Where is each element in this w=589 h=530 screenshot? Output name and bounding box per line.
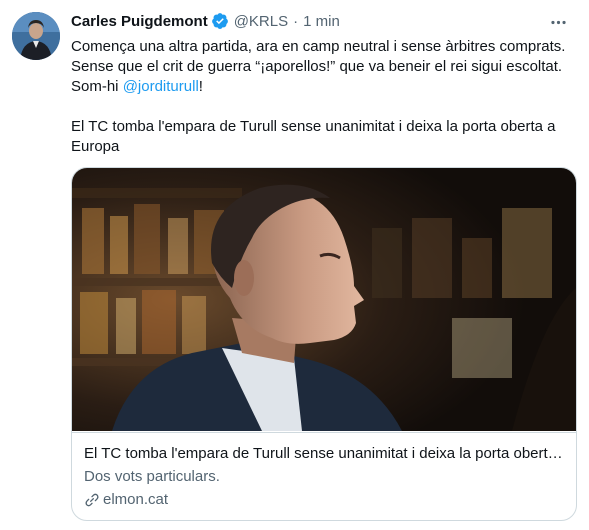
tweet-text: Comença una altra partida, ara en camp n… [71, 37, 577, 157]
verified-badge-icon [211, 12, 229, 30]
author-handle[interactable]: @KRLS [234, 13, 288, 30]
tweet-text-suffix: ! [198, 78, 203, 95]
tweet-text-line: Europa [71, 138, 120, 155]
tweet-text-line: Sense que el crit de guerra “¡aporellos!… [71, 58, 563, 75]
tweet-text-line: Som-hi @jorditurull! [71, 77, 577, 97]
tweet-text-prefix: Som-hi [71, 78, 123, 95]
separator-dot: · [293, 12, 299, 30]
tweet[interactable]: Carles Puigdemont @KRLS · 1 min Comença … [0, 0, 589, 530]
avatar[interactable] [12, 12, 60, 60]
card-image[interactable] [72, 168, 576, 431]
card-description: Dos vots particulars. [84, 468, 220, 485]
card-info[interactable]: El TC tomba l'empara de Turull sense una… [72, 432, 576, 520]
card-domain-text[interactable]: elmon.cat [103, 490, 168, 510]
author-display-name[interactable]: Carles Puigdemont [71, 13, 208, 30]
card-title[interactable]: El TC tomba l'empara de Turull sense una… [84, 444, 564, 464]
link-preview-card[interactable]: El TC tomba l'empara de Turull sense una… [71, 167, 577, 521]
tweet-header: Carles Puigdemont @KRLS · 1 min [71, 9, 577, 33]
card-domain[interactable]: elmon.cat [84, 490, 564, 510]
timestamp[interactable]: 1 min [303, 13, 340, 30]
mention-link[interactable]: @jorditurull [123, 78, 199, 95]
link-icon [84, 492, 100, 508]
tweet-text-line: El TC tomba l'empara de Turull sense una… [71, 118, 556, 135]
tweet-text-line: Comença una altra partida, ara en camp n… [71, 38, 566, 55]
more-options-icon[interactable] [547, 11, 569, 33]
